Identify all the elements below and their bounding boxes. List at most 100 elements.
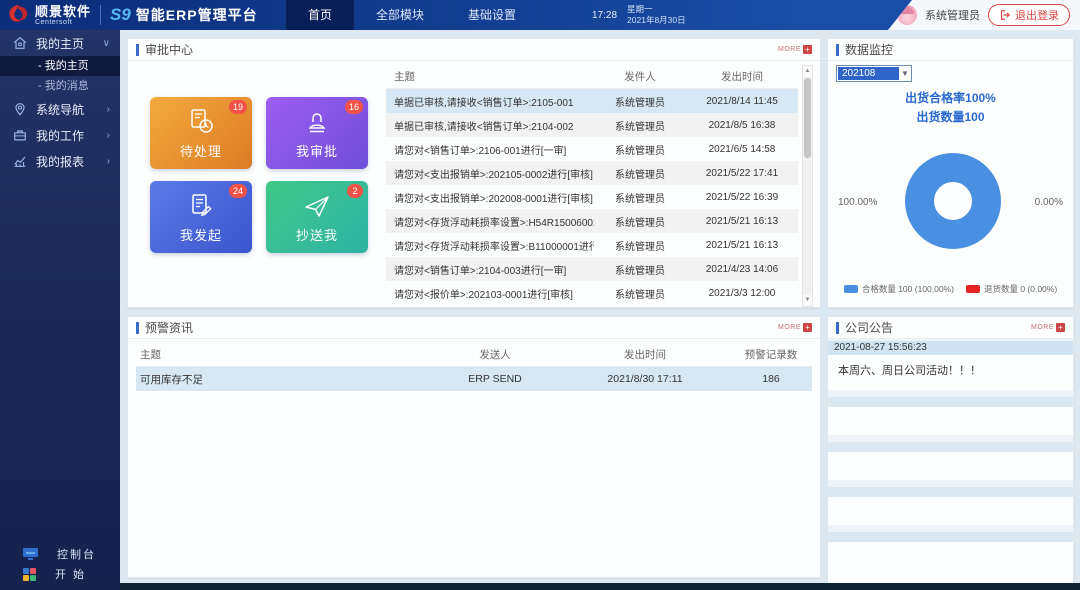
notice-empty-strip [828,442,1073,452]
s9-logo: S9 [110,5,131,25]
topbar-user-area: 系统管理员 退出登录 [862,0,1080,30]
username: 系统管理员 [925,7,980,23]
notice-more-button[interactable]: MORE [1031,323,1065,332]
chevron-right-icon: › [107,156,110,167]
sidebar-item-label: 系统导航 [36,101,107,118]
notice-content[interactable]: 本周六、周日公司活动！！！ [828,355,1073,390]
more-label: MORE [778,324,801,331]
approval-panel-title: 审批中心 [145,41,778,58]
cell-time: 2021/8/5 16:38 [686,120,798,131]
clock-time: 17:28 [592,10,617,21]
sidebar-subitem-my-home[interactable]: 我的主页 [0,56,120,76]
logout-icon [999,9,1011,21]
monitor-panel-header: 数据监控 [828,39,1073,61]
more-plus-icon [803,45,812,54]
col-alert-count: 预警记录数 [730,347,812,362]
tile-my-initiated[interactable]: 我发起 24 [150,181,252,253]
col-subject: 主题 [386,69,594,84]
notice-empty-strip [828,532,1073,542]
table-row[interactable]: 请您对<报价单>:202103-0001进行[审核] 系统管理员 2021/3/… [386,281,798,305]
table-row[interactable]: 请您对<销售订单>:2106-001进行[一审] 系统管理员 2021/6/5 … [386,137,798,161]
cell-sender: 系统管理员 [594,262,686,277]
donut-label-pass: 100.00% [838,197,877,208]
table-row[interactable]: 请您对<支出报销单>:202008-0001进行[审核] 系统管理员 2021/… [386,185,798,209]
cell-time: 2021/6/5 14:58 [686,144,798,155]
approval-table: 主题 发件人 发出时间 单据已审核,请接收<销售订单>:2105-001 系统管… [386,65,798,305]
scrollbar-thumb[interactable] [804,78,811,158]
tile-label: 待处理 [180,141,222,160]
logo-divider [100,5,101,25]
approval-center-panel: 审批中心 MORE 待处理 19 [127,38,821,308]
table-row[interactable]: 可用库存不足 ERP SEND 2021/8/30 17:11 186 [136,367,812,391]
cell-time: 2021/4/23 14:06 [686,264,798,275]
period-select-value: 202108 [838,67,899,80]
approval-panel-header: 审批中心 MORE [128,39,820,61]
approval-more-button[interactable]: MORE [778,45,812,54]
cell-sender: 系统管理员 [594,142,686,157]
scroll-down-arrow[interactable]: ▼ [803,295,812,306]
legend-item-return[interactable]: 退货数量 0 (0.00%) [966,283,1057,295]
table-row[interactable]: 请您对<支出报销单>:202105-0002进行[审核] 系统管理员 2021/… [386,161,798,185]
scroll-up-arrow[interactable]: ▲ [803,66,812,77]
tile-cc-to-me[interactable]: 抄送我 2 [266,181,368,253]
brand-subname: Centersoft [35,19,91,26]
notice-date[interactable]: 2021-08-27 15:56:23 [828,341,1073,355]
title-accent-bar [136,322,139,334]
doc-edit-icon [185,191,217,221]
monitor-stats: 出货合格率100% 出货数量100 [828,89,1073,127]
sidebar-item-my-home[interactable]: 我的主页 ∨ [0,30,120,56]
more-plus-icon [803,323,812,332]
sidebar-item-system-nav[interactable]: 系统导航 › [0,96,120,122]
logout-button[interactable]: 退出登录 [988,4,1070,26]
start-grid-icon [22,567,37,582]
legend-item-pass[interactable]: 合格数量 100 (100.00%) [844,283,954,295]
bottom-taskbar [120,583,1080,590]
chart-icon [12,153,28,169]
tile-label: 抄送我 [296,225,338,244]
col-sender: 发送人 [430,347,560,362]
nav-home[interactable]: 首页 [286,0,354,30]
col-subject: 主题 [136,347,430,362]
sidebar-item-my-reports[interactable]: 我的报表 › [0,148,120,174]
cell-subject: 请您对<存货浮动耗损率设置>:H54R15006002进行[审核] [386,214,594,229]
alerts-more-button[interactable]: MORE [778,323,812,332]
user-avatar[interactable] [897,5,917,25]
table-row[interactable]: 单据已审核,请接收<销售订单>:2104-002 系统管理员 2021/8/5 … [386,113,798,137]
brand-name: 顺景软件 [35,5,91,18]
col-sender: 发件人 [594,69,686,84]
sidebar-subitem-my-messages[interactable]: 我的消息 [0,76,120,96]
tile-my-approvals[interactable]: 我审批 16 [266,97,368,169]
cell-subject: 请您对<存货浮动耗损率设置>:B11000001进行[审核] [386,238,594,253]
notice-empty-strip [828,397,1073,407]
cell-subject: 请您对<销售订单>:2106-001进行[一审] [386,142,594,157]
start-button[interactable]: 开 始 [0,564,120,584]
monitor-panel-title: 数据监控 [845,41,1065,58]
tile-pending[interactable]: 待处理 19 [150,97,252,169]
table-row[interactable]: 请您对<存货浮动耗损率设置>:B11000001进行[审核] 系统管理员 202… [386,233,798,257]
console-button[interactable]: 控制台 [0,544,120,564]
cell-subject: 请您对<报价单>:202103-0001进行[审核] [386,286,594,301]
sidebar-item-label: 我的报表 [36,153,107,170]
nav-basic-settings[interactable]: 基础设置 [446,0,538,30]
table-row[interactable]: 单据已审核,请接收<销售订单>:2105-001 系统管理员 2021/8/14… [386,89,798,113]
cell-sender: 系统管理员 [594,190,686,205]
table-scrollbar[interactable]: ▲ ▼ [802,65,813,307]
stamp-icon [301,107,333,137]
sidebar-item-my-work[interactable]: 我的工作 › [0,122,120,148]
period-select[interactable]: 202108 ▼ [836,65,912,82]
alerts-panel-header: 预警资讯 MORE [128,317,820,339]
more-label: MORE [778,46,801,53]
logo: 顺景软件 Centersoft S9 智能ERP管理平台 [6,0,258,30]
cell-time: 2021/5/22 16:39 [686,192,798,203]
console-label: 控制台 [57,546,96,562]
tile-count-badge: 16 [345,100,363,114]
table-row[interactable]: 请您对<存货浮动耗损率设置>:H54R15006002进行[审核] 系统管理员 … [386,209,798,233]
cell-subject: 单据已审核,请接收<销售订单>:2104-002 [386,118,594,133]
chart-legend: 合格数量 100 (100.00%) 退货数量 0 (0.00%) [828,283,1073,295]
tile-label: 我审批 [296,141,338,160]
table-row[interactable]: 请您对<销售订单>:2104-003进行[一审] 系统管理员 2021/4/23… [386,257,798,281]
title-accent-bar [836,44,839,56]
cell-time: 2021/8/30 17:11 [560,373,730,385]
chevron-right-icon: › [107,104,110,115]
nav-all-modules[interactable]: 全部模块 [354,0,446,30]
